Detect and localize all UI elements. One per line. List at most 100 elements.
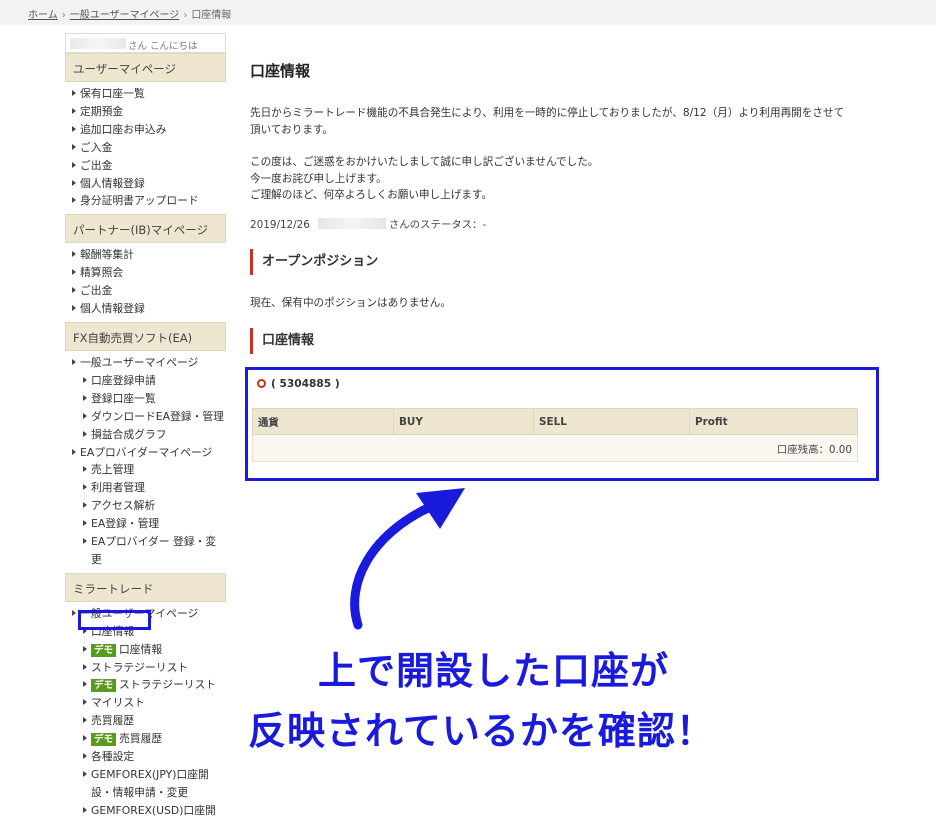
sidebar-item[interactable]: 追加口座お申込み bbox=[65, 121, 226, 139]
sidebar-item-label-wrap: 個人情報登録 bbox=[80, 175, 145, 193]
page-title: 口座情報 bbox=[250, 62, 311, 80]
sidebar-item-label-wrap: ご入金 bbox=[80, 139, 112, 157]
sidebar-item[interactable]: 個人情報登録 bbox=[65, 300, 226, 318]
sidebar-item-label-wrap: 各種設定 bbox=[91, 748, 134, 766]
sidebar-item[interactable]: 一般ユーザーマイページ bbox=[65, 354, 226, 372]
sidebar-item[interactable]: ストラテジーリスト bbox=[65, 659, 226, 677]
triangle-bullet-icon bbox=[83, 663, 87, 670]
sidebar-item[interactable]: GEMFOREX(JPY)口座開 設・情報申請・変更 bbox=[65, 766, 226, 802]
triangle-bullet-icon bbox=[83, 717, 87, 724]
sidebar-item-label: ご出金 bbox=[80, 158, 113, 172]
sidebar-item[interactable]: デモ 売買履歴 bbox=[65, 730, 226, 748]
sidebar-item-label-wrap: 定期預金 bbox=[80, 103, 123, 121]
sidebar-item[interactable]: EAプロバイダーマイページ bbox=[65, 444, 226, 462]
sidebar-item-label-wrap: 口座登録申請 bbox=[91, 372, 156, 390]
sidebar-item[interactable]: 個人情報登録 bbox=[65, 175, 226, 193]
sidebar-item-label-wrap: 利用者管理 bbox=[91, 479, 145, 497]
callout-line-2: 反映されているかを確認！ bbox=[248, 709, 715, 753]
sidebar-item-label: 売買履歴 bbox=[91, 714, 135, 728]
sidebar-item-label: 個人情報登録 bbox=[80, 302, 145, 316]
maintenance-notice: 先日からミラートレード機能の不具合発生により、利用を一時的に停止しておりましたが… bbox=[250, 105, 870, 204]
triangle-bullet-icon bbox=[72, 143, 76, 150]
annotation-highlight-box bbox=[78, 610, 151, 630]
sidebar-item-label-wrap: GEMFOREX(JPY)口座開 設・情報申請・変更 bbox=[91, 766, 209, 802]
sidebar-item[interactable]: 売上管理 bbox=[65, 461, 226, 479]
triangle-bullet-icon bbox=[72, 179, 76, 186]
triangle-bullet-icon bbox=[72, 90, 76, 96]
triangle-bullet-icon bbox=[83, 538, 87, 545]
triangle-bullet-icon bbox=[72, 125, 76, 132]
redacted-username bbox=[317, 218, 386, 229]
sidebar-item[interactable]: デモ ストラテジーリスト bbox=[65, 676, 226, 694]
breadcrumb-mypage-link[interactable]: 一般ユーザーマイページ bbox=[70, 10, 180, 21]
column-header-buy: BUY bbox=[393, 408, 534, 435]
sidebar-item[interactable]: 売買履歴 bbox=[65, 712, 226, 730]
sidebar-item-label: 損益合成グラフ bbox=[91, 427, 167, 441]
sidebar-item[interactable]: GEMFOREX(USD)口座開設・情報申請・変更 bbox=[65, 802, 226, 821]
sidebar-item[interactable]: ご入金 bbox=[65, 139, 226, 157]
breadcrumb: ホーム › 一般ユーザーマイページ › 口座情報 bbox=[0, 0, 936, 25]
account-id-number: ( 5304885 ) bbox=[271, 378, 340, 390]
column-header-sell: SELL bbox=[533, 408, 690, 435]
sidebar-item[interactable]: アクセス解析 bbox=[65, 497, 226, 515]
sidebar-nav-list: 一般ユーザーマイページ 口座情報 デモ 口座情報 ストラテジーリスト デモ ストラテジーリス… bbox=[65, 602, 226, 821]
sidebar-item[interactable]: 各種設定 bbox=[65, 748, 226, 766]
sidebar-item[interactable]: 身分証明書アップロード bbox=[65, 192, 226, 210]
sidebar-item-label-wrap: 売買履歴 bbox=[91, 712, 134, 730]
sidebar-item[interactable]: ご出金 bbox=[65, 282, 226, 300]
sidebar-item[interactable]: EAプロバイダー 登録・変更 bbox=[65, 533, 226, 569]
triangle-bullet-icon bbox=[83, 681, 87, 688]
sidebar-item-label: 追加口座お申込み bbox=[80, 122, 167, 136]
sidebar-item[interactable]: ご出金 bbox=[65, 157, 226, 175]
sidebar-item[interactable]: ダウンロードEA登録・管理 bbox=[65, 408, 226, 426]
sidebar-item-label-wrap: EA登録・管理 bbox=[91, 515, 159, 533]
account-balance: 口座残高：0.00 bbox=[252, 434, 858, 462]
sidebar-item[interactable]: 利用者管理 bbox=[65, 479, 226, 497]
sidebar-item-label-wrap: 身分証明書アップロード bbox=[80, 192, 199, 210]
sidebar-item-label: ダウンロードEA登録・管理 bbox=[91, 409, 224, 423]
sidebar-item-label-wrap: 一般ユーザーマイページ bbox=[80, 354, 198, 372]
triangle-bullet-icon bbox=[72, 287, 76, 294]
column-header-profit: Profit bbox=[689, 408, 858, 435]
sidebar-item-label-continued: 設・情報申請・変更 bbox=[91, 785, 189, 799]
triangle-bullet-icon bbox=[72, 161, 76, 168]
sidebar-item-label-wrap: EAプロバイダー 登録・変更 bbox=[91, 533, 216, 569]
sidebar-item[interactable]: 登録口座一覧 bbox=[65, 390, 226, 408]
sidebar-item[interactable]: 精算照会 bbox=[65, 264, 226, 282]
sidebar-item[interactable]: 保有口座一覧 bbox=[65, 85, 226, 103]
sidebar-item-label: 個人情報登録 bbox=[80, 176, 145, 190]
sidebar-item[interactable]: 口座登録申請 bbox=[65, 372, 226, 390]
sidebar-item[interactable]: マイリスト bbox=[65, 694, 226, 712]
sidebar-item-label: GEMFOREX(USD)口座開 bbox=[91, 803, 216, 817]
callout-line-1: 上で開設した口座が bbox=[318, 649, 670, 693]
sidebar-item-label: ご出金 bbox=[80, 284, 113, 298]
sidebar-item-label-wrap: ご出金 bbox=[80, 157, 112, 175]
sidebar-item-label-wrap: EAプロバイダーマイページ bbox=[80, 444, 212, 462]
sidebar-item-label: 口座登録申請 bbox=[91, 373, 156, 387]
sidebar-item[interactable]: 損益合成グラフ bbox=[65, 426, 226, 444]
triangle-bullet-icon bbox=[72, 197, 76, 204]
sidebar-item-label: マイリスト bbox=[91, 696, 145, 710]
sidebar-item[interactable]: 定期預金 bbox=[65, 103, 226, 121]
sidebar-item[interactable]: 報酬等集計 bbox=[65, 246, 226, 264]
triangle-bullet-icon bbox=[83, 394, 87, 401]
sidebar-item-label: ストラテジーリスト bbox=[91, 660, 189, 674]
sidebar-item[interactable]: デモ 口座情報 bbox=[65, 641, 226, 659]
triangle-bullet-icon bbox=[83, 502, 87, 509]
sidebar-item-label: 身分証明書アップロード bbox=[80, 194, 199, 208]
breadcrumb-current: 口座情報 bbox=[191, 10, 232, 21]
table-header-row: 通貨 BUY SELL Profit bbox=[252, 408, 858, 435]
sidebar-item-label: 登録口座一覧 bbox=[91, 391, 156, 405]
triangle-bullet-icon bbox=[83, 376, 87, 383]
breadcrumb-home-link[interactable]: ホーム bbox=[28, 10, 58, 21]
sidebar-item[interactable]: EA登録・管理 bbox=[65, 515, 226, 533]
sidebar-item-label: EA登録・管理 bbox=[91, 517, 160, 531]
sidebar-item-label-wrap: アクセス解析 bbox=[91, 497, 155, 515]
sidebar-item-label: GEMFOREX(JPY)口座開 bbox=[91, 768, 209, 781]
sidebar-item-label-wrap: 登録口座一覧 bbox=[91, 390, 156, 408]
annotation-arrow-icon bbox=[350, 488, 465, 630]
sidebar-section-header: ユーザーマイページ bbox=[65, 53, 226, 82]
triangle-bullet-icon bbox=[83, 430, 87, 437]
sidebar-nav-list: 一般ユーザーマイページ 口座登録申請 登録口座一覧ダウンロードEA登録・管理 損益合成… bbox=[65, 351, 226, 573]
column-header-currency: 通貨 bbox=[252, 408, 394, 435]
